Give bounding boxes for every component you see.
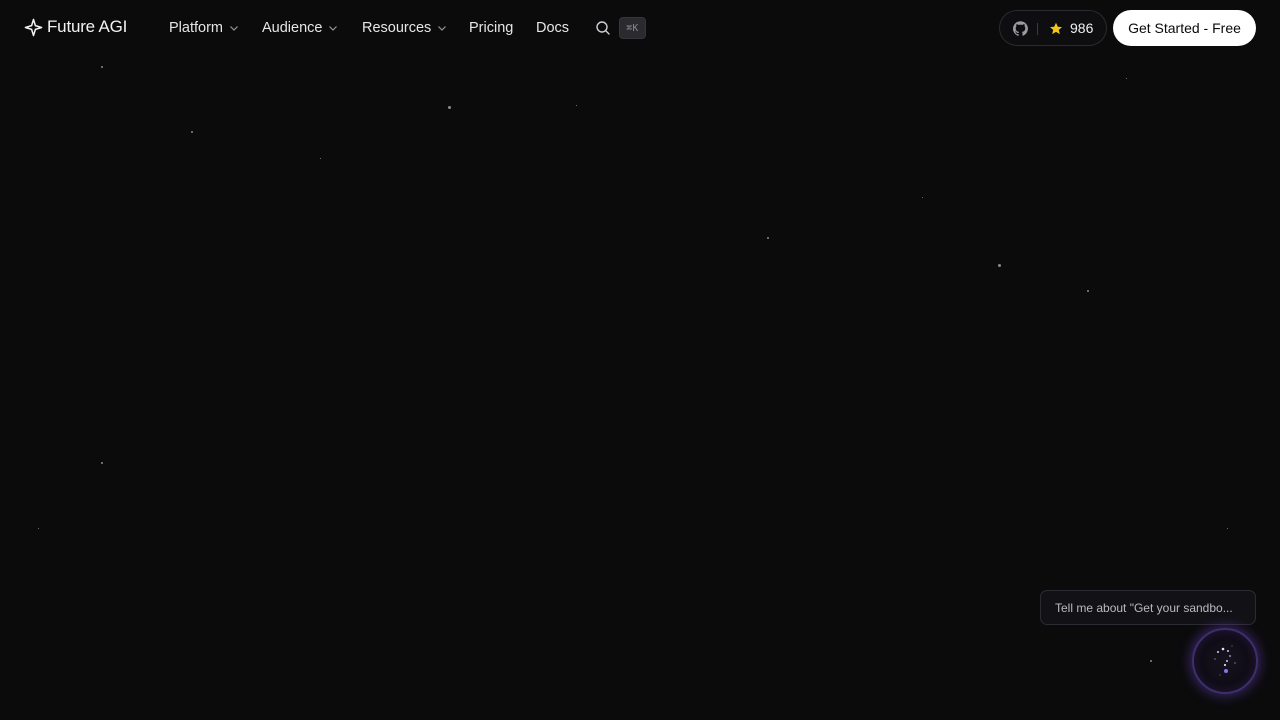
nav-item-label: Resources bbox=[362, 20, 432, 36]
star-dot bbox=[576, 105, 577, 106]
star-dot bbox=[38, 528, 39, 529]
nav-item-platform[interactable]: Platform bbox=[169, 0, 239, 56]
nav-item-pricing[interactable]: Pricing bbox=[469, 0, 513, 56]
chevron-down-icon bbox=[229, 23, 239, 33]
star-dot bbox=[998, 264, 1001, 267]
nav-item-docs[interactable]: Docs bbox=[536, 0, 569, 56]
star-dot bbox=[1150, 660, 1152, 662]
brand-name: Future AGI bbox=[47, 17, 128, 36]
star-dot bbox=[1126, 78, 1127, 79]
sparkle-logo-icon bbox=[24, 18, 43, 37]
assistant-launcher-button[interactable] bbox=[1192, 628, 1258, 694]
star-dot bbox=[320, 158, 321, 159]
chevron-down-icon bbox=[328, 23, 338, 33]
nav-item-audience[interactable]: Audience bbox=[262, 0, 338, 56]
brand-logo[interactable]: Future AGI bbox=[24, 17, 127, 37]
star-dot bbox=[101, 66, 103, 68]
star-dot bbox=[1227, 528, 1228, 529]
nav-item-label: Pricing bbox=[469, 20, 514, 36]
nav-item-resources[interactable]: Resources bbox=[362, 0, 447, 56]
page: Future AGI Platform Audience Resources P… bbox=[0, 0, 1280, 720]
star-dot bbox=[191, 131, 193, 133]
get-started-button[interactable]: Get Started - Free bbox=[1113, 10, 1256, 46]
divider bbox=[1037, 23, 1038, 35]
github-stars-button[interactable]: 986 bbox=[999, 10, 1107, 46]
top-navigation: Future AGI Platform Audience Resources P… bbox=[0, 0, 1280, 56]
nav-item-label: Audience bbox=[262, 20, 323, 36]
star-dot bbox=[448, 106, 451, 109]
nav-item-label: Platform bbox=[169, 20, 223, 36]
star-dot bbox=[101, 462, 103, 464]
chevron-down-icon bbox=[437, 23, 447, 33]
nav-item-label: Docs bbox=[536, 20, 570, 36]
star-dot bbox=[767, 237, 769, 239]
star-dot bbox=[922, 197, 923, 198]
github-star-count: 986 bbox=[1070, 20, 1094, 36]
star-icon bbox=[1049, 22, 1063, 36]
search-icon[interactable] bbox=[595, 20, 611, 36]
star-dot bbox=[1087, 290, 1089, 292]
search-shortcut-badge[interactable]: ⌘K bbox=[619, 17, 646, 39]
github-icon bbox=[1012, 21, 1028, 36]
